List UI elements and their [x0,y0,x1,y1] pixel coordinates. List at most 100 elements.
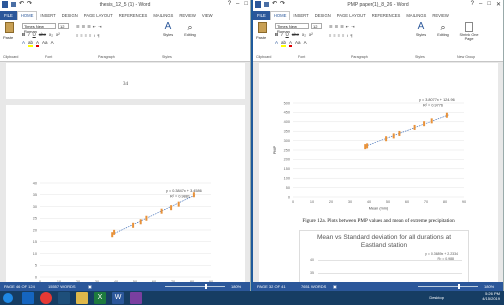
underline-icon[interactable]: U [33,32,36,37]
font-name-box[interactable]: Times New Roman [275,23,309,34]
highlight-icon[interactable]: ab [281,40,287,47]
line-spacing-icon[interactable]: ↕ [346,33,348,38]
help-icon[interactable]: ? [471,1,474,8]
subscript-icon[interactable]: x₂ [302,32,306,37]
font-size-box[interactable]: 12 [58,23,69,29]
tab-references[interactable]: REFERENCES [369,13,404,18]
undo-icon[interactable]: ↶ [19,1,24,8]
paste-button[interactable]: Paste [256,22,268,42]
highlight-icon[interactable]: ab [28,40,34,47]
zoom-knob[interactable] [205,284,207,289]
document-area[interactable]: 0 50 100 150 200 250 300 350 400 450 500 0 10 20 30 40 5… [253,63,503,282]
paste-button[interactable]: Paste [3,22,15,42]
pilcrow-icon[interactable]: ¶ [350,33,352,38]
align-right-icon[interactable]: ≡ [85,33,87,38]
app-icon[interactable] [130,292,142,304]
align-center-icon[interactable]: ≡ [80,33,82,38]
pilcrow-icon[interactable]: ¶ [97,33,99,38]
bullets-icon[interactable]: ☰ [329,24,333,29]
decrease-indent-icon[interactable]: ⇤ [93,24,96,29]
clear-format-icon[interactable]: A [304,40,307,47]
justify-icon[interactable]: ≡ [89,33,91,38]
proofing-icon[interactable]: ▣ [333,282,337,291]
align-left-icon[interactable]: ≡ [76,33,78,38]
increase-indent-icon[interactable]: ⇥ [98,24,101,29]
editing-button[interactable]: ⌕ Editing [182,22,198,37]
help-icon[interactable]: ? [228,1,231,7]
increase-indent-icon[interactable]: ⇥ [351,24,354,29]
zoom-knob[interactable] [458,284,460,289]
word-count[interactable]: 15557 WORDS [48,282,76,291]
align-right-icon[interactable]: ≡ [338,33,340,38]
save-icon[interactable] [264,2,269,7]
align-left-icon[interactable]: ≡ [329,33,331,38]
bold-icon[interactable]: B [275,32,278,37]
styles-button[interactable]: A Styles [160,22,176,38]
zoom-slider[interactable] [165,286,225,287]
tab-mailings[interactable]: MAILINGS [403,13,429,18]
bullets-icon[interactable]: ☰ [76,24,80,29]
align-center-icon[interactable]: ≡ [333,33,335,38]
superscript-icon[interactable]: x² [309,32,313,37]
text-effects-icon[interactable]: A [275,40,278,47]
media-icon[interactable] [58,292,70,304]
word-taskbar-icon[interactable]: W [112,292,124,304]
grow-font-icon[interactable]: Aa [42,40,48,47]
tab-mailings[interactable]: MAILINGS [150,13,176,18]
tab-insert[interactable]: INSERT [290,13,311,18]
tab-page-layout[interactable]: PAGE LAYOUT [334,13,369,18]
font-name-box[interactable]: Times New Roman [22,23,56,34]
document-area[interactable]: 34 0 5 10 15 20 25 30 35 40 0 10 20 30 40 50 60 70 80 90 y … [0,63,250,282]
tab-review[interactable]: REVIEW [429,13,452,18]
redo-icon[interactable]: ↷ [27,1,32,8]
save-icon[interactable] [11,2,16,7]
undo-icon[interactable]: ↶ [272,1,277,8]
strikethrough-icon[interactable]: abc [292,32,299,37]
font-color-icon[interactable]: A [36,40,40,47]
close-icon[interactable]: ✕ [496,1,501,8]
zoom-level[interactable]: 180% [484,282,494,291]
styles-button[interactable]: A Styles [413,22,429,38]
font-color-icon[interactable]: A [289,40,293,47]
tab-home[interactable]: HOME [269,11,291,20]
justify-icon[interactable]: ≡ [342,33,344,38]
zoom-level[interactable]: 180% [231,282,241,291]
subscript-icon[interactable]: x₂ [49,32,53,37]
grow-font-icon[interactable]: Aa [295,40,301,47]
maximize-icon[interactable]: □ [487,1,491,8]
italic-icon[interactable]: I [281,32,282,37]
font-size-box[interactable]: 12 [311,23,322,29]
tab-home[interactable]: HOME [16,11,38,20]
text-effects-icon[interactable]: A [22,40,25,47]
numbering-icon[interactable]: ☰ [335,24,339,29]
tab-view[interactable]: VIEW [199,13,216,18]
excel-icon[interactable]: X [94,292,106,304]
page-count[interactable]: PAGE 46 OF 124 [4,282,35,291]
multilevel-icon[interactable]: ☰ [87,24,91,29]
strikethrough-icon[interactable]: abc [39,32,46,37]
tab-file[interactable]: FILE [0,11,17,20]
tab-design[interactable]: DESIGN [312,13,334,18]
word-count[interactable]: 7651 WORDS [301,282,326,291]
decrease-indent-icon[interactable]: ⇤ [346,24,349,29]
clear-format-icon[interactable]: A [51,40,54,47]
tab-page-layout[interactable]: PAGE LAYOUT [81,13,116,18]
maximize-icon[interactable]: □ [244,1,248,7]
editing-button[interactable]: ⌕ Editing [435,22,451,37]
tab-review[interactable]: REVIEW [176,13,199,18]
file-explorer-icon[interactable] [76,292,88,304]
multilevel-icon[interactable]: ☰ [340,24,344,29]
tab-references[interactable]: REFERENCES [116,13,151,18]
bold-icon[interactable]: B [22,32,25,37]
proofing-icon[interactable]: ▣ [88,282,92,291]
page-count[interactable]: PAGE 32 OF 41 [257,282,286,291]
numbering-icon[interactable]: ☰ [82,24,86,29]
zoom-slider[interactable] [418,286,478,287]
superscript-icon[interactable]: x² [56,32,60,37]
tab-insert[interactable]: INSERT [37,13,58,18]
underline-icon[interactable]: U [286,32,289,37]
internet-explorer-icon[interactable] [22,292,34,304]
shrink-one-page-button[interactable]: Shrink One Page [457,22,481,41]
minimize-icon[interactable]: – [236,1,239,7]
italic-icon[interactable]: I [28,32,29,37]
